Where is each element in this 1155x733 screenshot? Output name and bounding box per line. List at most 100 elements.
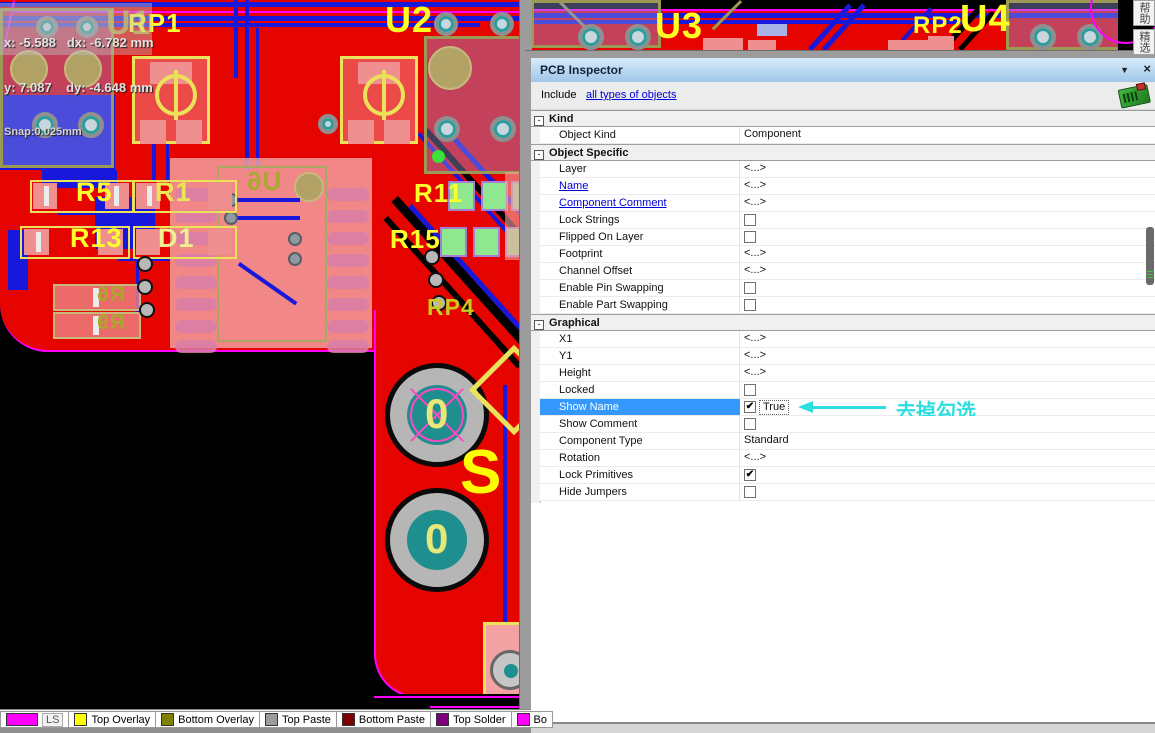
layer-tab-label: Bo — [534, 714, 547, 726]
property-value-cell[interactable]: ✔ — [740, 467, 1155, 483]
property-value-cell[interactable]: Standard — [740, 433, 1155, 449]
panel-titlebar[interactable]: PCB Inspector ▼ × — [531, 58, 1155, 83]
inspector-row-lock-primitives[interactable]: Lock Primitives ✔ — [540, 467, 1155, 484]
pcb-label-D1: D1 — [158, 225, 195, 252]
pcb-via — [578, 24, 604, 50]
scrollbar-thumb[interactable] — [1146, 227, 1154, 285]
checkbox[interactable] — [744, 418, 756, 430]
layer-tab-ls[interactable]: LS — [0, 711, 69, 728]
inspector-row-enable-part-swapping[interactable]: Enable Part Swapping — [540, 297, 1155, 314]
pcb-label-U4: U4 — [960, 0, 1011, 38]
inspector-row-name[interactable]: Name <...> — [540, 178, 1155, 195]
inspector-row-hide-jumpers[interactable]: Hide Jumpers — [540, 484, 1155, 501]
checkbox[interactable]: ✔ — [744, 401, 756, 413]
layer-tab-bo[interactable]: Bo — [512, 711, 553, 728]
property-value-cell[interactable]: <...> — [740, 161, 1155, 177]
property-value-cell[interactable]: ✔True去掉勾选 — [740, 399, 1155, 415]
checkbox[interactable] — [744, 214, 756, 226]
checkbox[interactable] — [744, 384, 756, 396]
pcb-blue — [234, 0, 238, 78]
checkbox-value-text: True — [759, 400, 789, 415]
pcb-via — [434, 116, 460, 142]
property-value-cell[interactable]: <...> — [740, 365, 1155, 381]
property-label[interactable]: Name — [559, 180, 588, 192]
pcb-xvia — [137, 279, 153, 295]
collapse-section-icon[interactable]: - — [534, 320, 544, 330]
inspector-row-x1[interactable]: X1<...> — [540, 331, 1155, 348]
property-value-cell[interactable]: <...> — [740, 331, 1155, 347]
pcb-wbar — [114, 186, 119, 206]
property-label: Channel Offset — [559, 265, 632, 277]
layer-tab-label: Bottom Paste — [359, 714, 425, 726]
pcb-wbar — [44, 186, 49, 206]
property-value-cell[interactable] — [740, 280, 1155, 296]
property-value: Component — [744, 128, 801, 140]
property-value-cell[interactable] — [740, 229, 1155, 245]
checkbox[interactable] — [744, 282, 756, 294]
layer-tab-top-overlay[interactable]: Top Overlay — [69, 711, 156, 728]
inspector-row-locked[interactable]: Locked — [540, 382, 1155, 399]
pcb-oval — [175, 276, 217, 289]
coord-x-line: x: -5.588 dx: -6.782 mm — [4, 35, 152, 50]
property-value-cell[interactable]: <...> — [740, 246, 1155, 262]
layer-tab-bottom-overlay[interactable]: Bottom Overlay — [156, 711, 260, 728]
property-label[interactable]: Component Comment — [559, 197, 667, 209]
inspector-row-graphical[interactable]: -Graphical — [531, 314, 1155, 331]
layer-tab-label: Top Overlay — [91, 714, 150, 726]
layer-tab-top-paste[interactable]: Top Paste — [260, 711, 337, 728]
checkbox[interactable]: ✔ — [744, 469, 756, 481]
pcb-gvia — [288, 232, 302, 246]
annotation-arrow-icon — [798, 401, 813, 413]
inspector-row-flipped-on-layer[interactable]: Flipped On Layer — [540, 229, 1155, 246]
inspector-row-show-comment[interactable]: Show Comment — [540, 416, 1155, 433]
inspector-row-kind[interactable]: -Kind — [531, 110, 1155, 127]
checkbox[interactable] — [744, 486, 756, 498]
layer-tab-top-solder[interactable]: Top Solder — [431, 711, 512, 728]
inspector-row-channel-offset[interactable]: Channel Offset <...> — [540, 263, 1155, 280]
checkbox[interactable] — [744, 299, 756, 311]
property-value-cell[interactable]: <...> — [740, 348, 1155, 364]
property-value-cell[interactable]: <...> — [740, 450, 1155, 466]
property-value-cell[interactable] — [740, 297, 1155, 313]
property-value: <...> — [744, 196, 766, 208]
inspector-row-object-specific[interactable]: -Object Specific — [531, 144, 1155, 161]
pcb-label-R5: R5 — [76, 179, 113, 206]
property-value-cell[interactable]: <...> — [740, 178, 1155, 194]
layer-tab-label: LS — [42, 713, 63, 727]
coord-snap-line: Snap:0.025mm — [4, 125, 152, 140]
collapse-section-icon[interactable]: - — [534, 116, 544, 126]
docked-tab[interactable]: 帮助 — [1133, 0, 1155, 26]
docked-tab[interactable]: 精选 — [1133, 29, 1155, 55]
property-label-cell: Locked — [540, 382, 740, 398]
property-value-cell[interactable]: Component — [740, 127, 1155, 143]
inspector-row-component-comment[interactable]: Component Comment <...> — [540, 195, 1155, 212]
property-label-cell: Flipped On Layer — [540, 229, 740, 245]
property-value-cell[interactable]: <...> — [740, 195, 1155, 211]
chevron-down-icon[interactable]: ▼ — [1120, 65, 1129, 75]
property-label-cell: Object Kind — [540, 127, 740, 143]
inspector-row-object-kind[interactable]: Object Kind Component — [540, 127, 1155, 144]
pcb-blue — [228, 198, 300, 202]
inspector-row-rotation[interactable]: Rotation<...> — [540, 450, 1155, 467]
pcb-tan — [428, 46, 472, 90]
property-label-cell: Lock Primitives — [540, 467, 740, 483]
close-icon[interactable]: × — [1143, 61, 1151, 76]
property-value-cell[interactable] — [740, 416, 1155, 432]
layer-tab-bottom-paste[interactable]: Bottom Paste — [337, 711, 431, 728]
inspector-row-y1[interactable]: Y1<...> — [540, 348, 1155, 365]
inspector-row-lock-strings[interactable]: Lock Strings — [540, 212, 1155, 229]
inspector-row-layer[interactable]: Layer<...> — [540, 161, 1155, 178]
property-value-cell[interactable] — [740, 484, 1155, 500]
property-value-cell[interactable] — [740, 212, 1155, 228]
checkbox[interactable] — [744, 231, 756, 243]
property-value-cell[interactable]: <...> — [740, 263, 1155, 279]
inspector-row-show-name[interactable]: Show Name✔True去掉勾选 — [540, 399, 1155, 416]
pcb-oval — [327, 210, 369, 223]
include-scope-link[interactable]: all types of objects — [586, 89, 677, 101]
inspector-row-footprint[interactable]: Footprint<...> — [540, 246, 1155, 263]
collapse-section-icon[interactable]: - — [534, 150, 544, 160]
inspector-row-component-type[interactable]: Component TypeStandard — [540, 433, 1155, 450]
property-value: <...> — [744, 247, 766, 259]
inspector-row-height[interactable]: Height<...> — [540, 365, 1155, 382]
inspector-row-enable-pin-swapping[interactable]: Enable Pin Swapping — [540, 280, 1155, 297]
